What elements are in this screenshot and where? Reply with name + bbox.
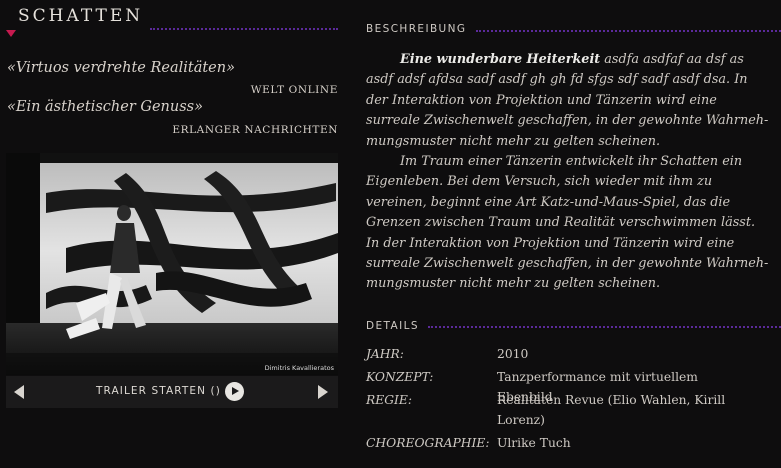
description-divider <box>476 30 781 32</box>
detail-value: 2010 <box>497 347 529 361</box>
performance-photo: Dimitris Kavallieratos <box>6 153 338 375</box>
triangle-marker-icon <box>6 30 16 37</box>
detail-key: JAHR: <box>366 347 404 361</box>
details-divider <box>428 326 781 328</box>
detail-value: Ulrike Tuch <box>497 436 571 450</box>
trailer-start-button[interactable]: TRAILER STARTEN () <box>96 385 221 397</box>
press-quote: «Ein ästhetischer Genuss» <box>7 99 203 115</box>
detail-value: Realitäten Revue (Elio Wahlen, Kirill Lo… <box>497 393 726 427</box>
detail-row: CHOREOGRAPHIE: Ulrike Tuch <box>366 433 781 456</box>
description-lead: Eine wunderbare Heiterkeit <box>400 52 601 67</box>
description-paragraph-2: Im Traum einer Tänzerin entwickelt ihr S… <box>366 154 756 231</box>
detail-key: KONZEPT: <box>366 370 434 384</box>
media-controls: TRAILER STARTEN () <box>6 376 338 408</box>
description-paragraph: Eine wunderbare Heiterkeit asdfa asdfaf … <box>366 50 771 152</box>
details-list: JAHR: 2010 KONZEPT: Tanzperformance mit … <box>366 344 781 456</box>
right-column: BESCHREIBUNG Eine wunderbare Heiterkeit … <box>366 0 781 468</box>
press-source: ERLANGER NACHRICHTEN <box>172 124 338 136</box>
press-quote: «Virtuos verdrehte Realitäten» <box>7 60 235 76</box>
detail-row: REGIE: Realitäten Revue (Elio Wahlen, Ki… <box>366 390 781 433</box>
description-text: Eine wunderbare Heiterkeit asdfa asdfaf … <box>366 50 771 295</box>
performance-photo-image <box>6 153 338 375</box>
detail-key: CHOREOGRAPHIE: <box>366 436 490 450</box>
detail-key: REGIE: <box>366 393 413 407</box>
description-paragraph-3: In der Interaktion von Projektion und Tä… <box>366 235 769 292</box>
detail-row: KONZEPT: Tanzperformance mit virtuellem … <box>366 367 781 404</box>
play-icon[interactable] <box>225 382 244 401</box>
chevron-right-icon[interactable] <box>318 385 328 399</box>
details-heading: DETAILS <box>366 320 419 332</box>
left-column: SCHATTEN «Virtuos verdrehte Realitäten» … <box>0 0 345 468</box>
detail-row: JAHR: 2010 <box>366 344 781 367</box>
page-title: SCHATTEN <box>18 6 144 26</box>
press-source: WELT ONLINE <box>250 84 338 96</box>
description-heading: BESCHREIBUNG <box>366 23 467 35</box>
photo-credit: Dimitris Kavallieratos <box>264 364 334 372</box>
chevron-left-icon[interactable] <box>14 385 24 399</box>
title-divider <box>150 28 338 30</box>
